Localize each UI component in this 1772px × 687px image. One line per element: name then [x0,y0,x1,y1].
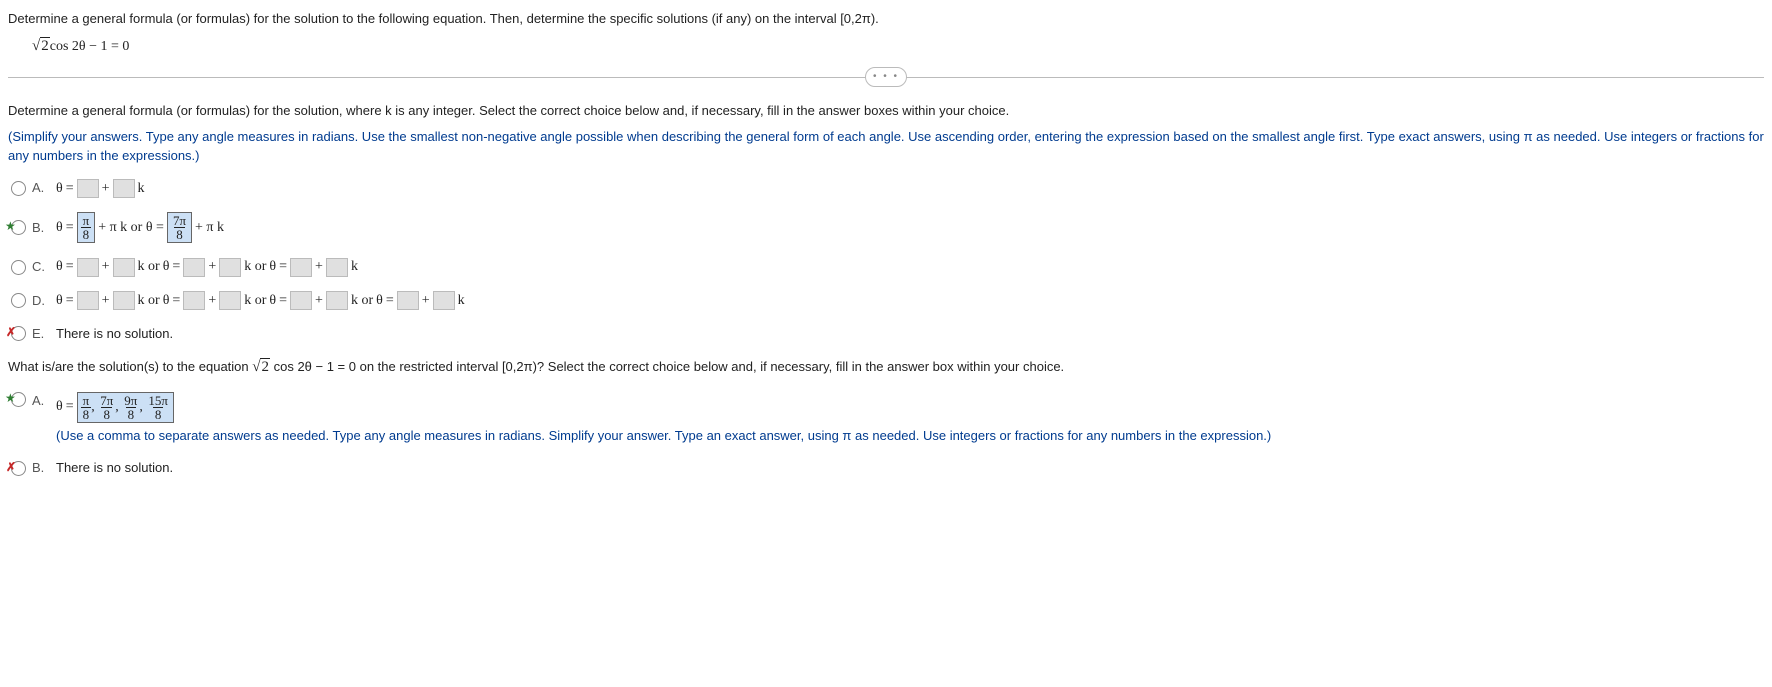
part2-choice-a-row: A. = π8, 7π8, 9π8, 15π8 (Use a comma to … [8,392,1764,445]
blank-input[interactable] [326,291,348,310]
choice-b-letter: B. [32,219,56,237]
blank-input[interactable] [433,291,455,310]
part2-choice-a-note: (Use a comma to separate answers as need… [56,427,1271,445]
choice-d-math: = + k or = + k or = + k or = + k [56,291,465,311]
blank-input[interactable] [77,179,99,198]
radio-a[interactable] [8,181,28,196]
blank-input[interactable] [326,258,348,277]
radio-b-correct[interactable] [8,220,28,235]
choice-c-row: C. = + k or = + k or = + k [8,257,1764,277]
part2-choice-b-row: B. There is no solution. [8,459,1764,477]
part2-instruction: What is/are the solution(s) to the equat… [8,357,1764,378]
choice-b-row: B. = π8 + π k or θ = 7π8 + π k [8,212,1764,243]
blank-input[interactable] [77,258,99,277]
part2-answer-box: π8, 7π8, 9π8, 15π8 [77,392,174,423]
choice-e-letter: E. [32,325,56,343]
radio-d[interactable] [8,293,28,308]
radio-c[interactable] [8,260,28,275]
choice-c-math: = + k or = + k or = + k [56,257,358,277]
part1-instruction: Determine a general formula (or formulas… [8,102,1764,120]
blank-input[interactable] [113,179,135,198]
choice-d-letter: D. [32,292,56,310]
part2-radio-a-correct[interactable] [8,392,28,407]
choice-c-letter: C. [32,258,56,276]
blank-input[interactable] [113,291,135,310]
blank-input[interactable] [219,258,241,277]
question-equation: √2 cos 2θ − 1 = 0 [32,36,1764,57]
answer-box-b1: π8 [77,212,96,243]
blank-input[interactable] [219,291,241,310]
blank-input[interactable] [397,291,419,310]
choice-a-letter: A. [32,179,56,197]
blank-input[interactable] [183,291,205,310]
question-prompt: Determine a general formula (or formulas… [8,10,1764,28]
radio-e-wrong[interactable] [8,326,28,341]
blank-input[interactable] [77,291,99,310]
part2-choice-a-letter: A. [32,392,56,410]
part1-note: (Simplify your answers. Type any angle m… [8,128,1764,164]
section-divider: • • • [8,77,1764,78]
expand-pill[interactable]: • • • [865,67,907,87]
part2-choice-a-math: = π8, 7π8, 9π8, 15π8 [56,392,1271,423]
blank-input[interactable] [113,258,135,277]
blank-input[interactable] [290,291,312,310]
choice-b-math: = π8 + π k or θ = 7π8 + π k [56,212,224,243]
choice-e-text: There is no solution. [56,325,173,343]
choice-e-row: E. There is no solution. [8,325,1764,343]
choice-a-math: = + k [56,179,145,199]
part2-choice-b-text: There is no solution. [56,459,173,477]
choice-d-row: D. = + k or = + k or = + k or = + k [8,291,1764,311]
part2-choice-b-letter: B. [32,459,56,477]
answer-box-b2: 7π8 [167,212,192,243]
blank-input[interactable] [183,258,205,277]
blank-input[interactable] [290,258,312,277]
part2-radio-b-wrong[interactable] [8,461,28,476]
choice-a-row: A. = + k [8,179,1764,199]
